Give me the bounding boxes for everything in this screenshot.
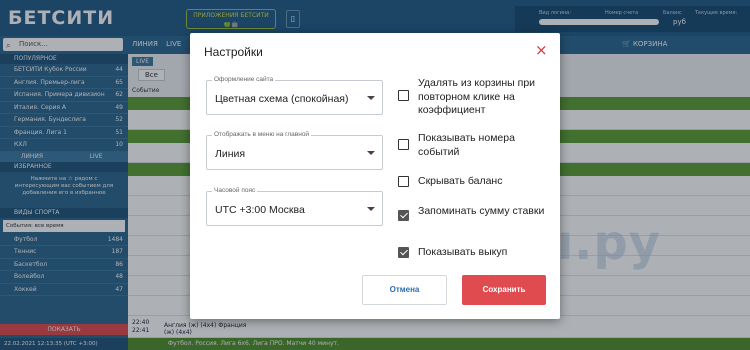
close-icon[interactable]: × [535, 43, 548, 58]
cancel-button[interactable]: Отмена [362, 275, 447, 305]
modal-title: Настройки [204, 45, 263, 59]
checkbox-remember-stake[interactable]: Запоминать сумму ставки [398, 205, 558, 233]
checkbox-box[interactable] [398, 139, 409, 150]
theme-select-label: Оформление сайта [212, 76, 276, 83]
chevron-down-icon [367, 151, 375, 155]
checkbox-box[interactable] [398, 176, 409, 187]
checkbox-show-event-numbers[interactable]: Показывать номера событий [398, 132, 558, 160]
timezone-select-value: UTC +3:00 Москва [215, 204, 305, 216]
timezone-select-label: Часовой пояс [212, 187, 258, 194]
app-window: БЕТСИТИ ПРИЛОЖЕНИЯ БЕТСИТИ 🍏🤖 ▯ Вид логи… [0, 0, 750, 350]
menu-display-select-label: Отображать в меню на главной [212, 131, 312, 138]
timezone-select[interactable]: Часовой пояс UTC +3:00 Москва [206, 187, 383, 226]
checkbox-label: Запоминать сумму ставки [418, 205, 545, 217]
menu-display-select[interactable]: Отображать в меню на главной Линия [206, 131, 383, 170]
checkbox-label: Скрывать баланс [418, 175, 503, 187]
chevron-down-icon [367, 207, 375, 211]
checkbox-label: Показывать номера событий [418, 132, 515, 158]
checkbox-label: Удалять из корзины при повторном клике н… [418, 77, 536, 116]
checkbox-hide-balance[interactable]: Скрывать баланс [398, 175, 558, 189]
settings-modal: Настройки × Оформление сайта Цветная схе… [190, 33, 560, 319]
checkbox-label: Показывать выкуп [418, 246, 508, 258]
checkbox-box-checked[interactable] [398, 210, 409, 221]
theme-select-value: Цветная схема (спокойная) [215, 93, 349, 105]
menu-display-select-value: Линия [215, 148, 246, 160]
chevron-down-icon [367, 96, 375, 100]
theme-select[interactable]: Оформление сайта Цветная схема (спокойна… [206, 76, 383, 115]
checkbox-remove-from-basket[interactable]: Удалять из корзины при повторном клике н… [398, 77, 558, 119]
save-button[interactable]: Сохранить [462, 275, 546, 305]
checkbox-box-checked[interactable] [398, 247, 409, 258]
checkbox-box[interactable] [398, 90, 409, 101]
checkbox-show-cashout[interactable]: Показывать выкуп [398, 246, 558, 260]
